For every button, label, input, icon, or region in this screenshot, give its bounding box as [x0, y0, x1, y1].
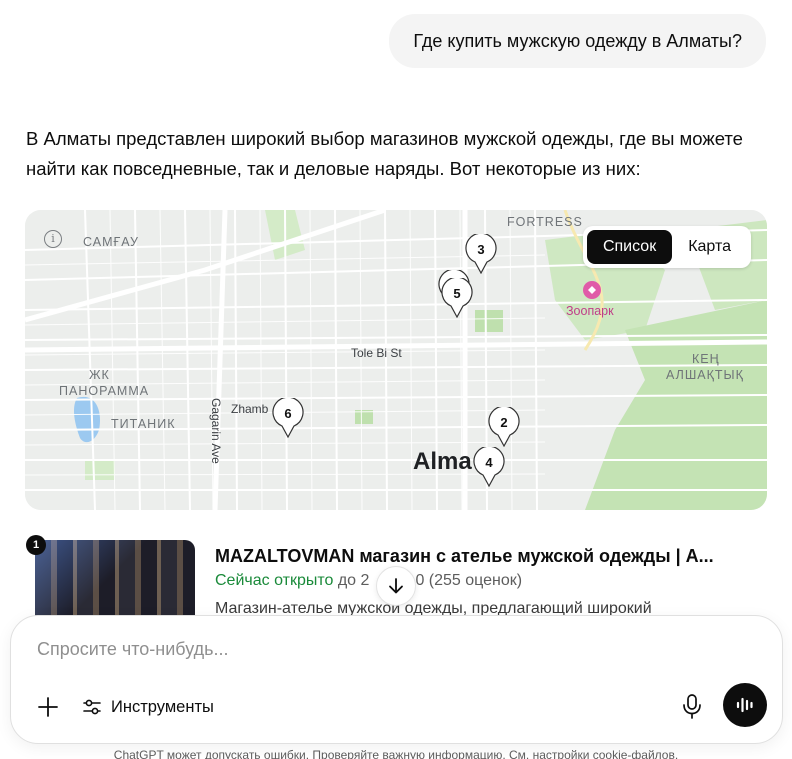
plus-icon	[38, 697, 58, 717]
tools-label: Инструменты	[111, 697, 214, 716]
prompt-input[interactable]	[35, 638, 739, 661]
result-title[interactable]: MAZALTOVMAN магазин с ателье мужской оде…	[215, 546, 755, 567]
add-attachment-button[interactable]	[35, 694, 61, 720]
map-view-toggle: Список Карта	[582, 226, 751, 268]
result-open-status: Сейчас открыто	[215, 572, 334, 589]
map-label-gagarin: Gagarin Ave	[209, 398, 223, 464]
map-label-keng: КЕҢ	[692, 352, 720, 366]
user-message-text: Где купить мужскую одежду в Алматы?	[413, 31, 742, 51]
map-label-titanic: ТИТАНИК	[111, 417, 176, 431]
sliders-icon	[83, 699, 101, 715]
map-label-zhambyl: Zhamb	[231, 402, 269, 416]
toggle-list-button[interactable]: Список	[586, 230, 673, 264]
map-label-tole-bi: Tole Bi St	[351, 346, 402, 360]
microphone-icon	[683, 694, 701, 719]
map-widget[interactable]: i САМҒАУ FORTRESS Зоопарк Tole Bi St ЖК …	[25, 210, 767, 510]
scroll-down-button[interactable]	[376, 566, 416, 606]
tools-button[interactable]: Инструменты	[81, 692, 214, 722]
map-pin[interactable]: 5	[441, 276, 473, 319]
result-hours: до 2	[337, 572, 370, 589]
dictate-button[interactable]	[680, 692, 704, 720]
map-label-alshaqtyq: АЛШАҚТЫҚ	[666, 368, 744, 382]
disclaimer-footer: ChatGPT может допускать ошибки. Проверяй…	[113, 748, 679, 759]
toggle-map-button[interactable]: Карта	[672, 230, 747, 264]
result-meta: Сейчас открыто до 2 · 5.0 (255 оценок)	[215, 572, 522, 590]
map-label-zoo: Зоопарк	[566, 304, 614, 318]
voice-mode-button[interactable]	[723, 683, 767, 727]
map-label-samal: САМҒАУ	[83, 235, 139, 249]
map-label-city: Alma	[413, 448, 472, 475]
map-label-panorama: ПАНОРАММА	[59, 384, 150, 398]
message-composer: Инструменты	[10, 615, 783, 744]
map-label-fortress: FORTRESS	[507, 215, 583, 229]
assistant-answer-text: В Алматы представлен широкий выбор магаз…	[26, 128, 743, 179]
map-label-zhk: ЖК	[89, 368, 110, 382]
info-icon[interactable]: i	[44, 230, 62, 248]
result-rank-badge: 1	[26, 535, 46, 555]
map-pin[interactable]: 2	[488, 405, 520, 448]
waveform-icon	[736, 697, 753, 713]
map-pin[interactable]: 3	[465, 232, 497, 275]
map-pin[interactable]: 4	[473, 445, 505, 488]
map-pin[interactable]: 6	[272, 396, 304, 439]
user-message-bubble: Где купить мужскую одежду в Алматы?	[389, 14, 766, 68]
arrow-down-icon	[389, 578, 403, 594]
